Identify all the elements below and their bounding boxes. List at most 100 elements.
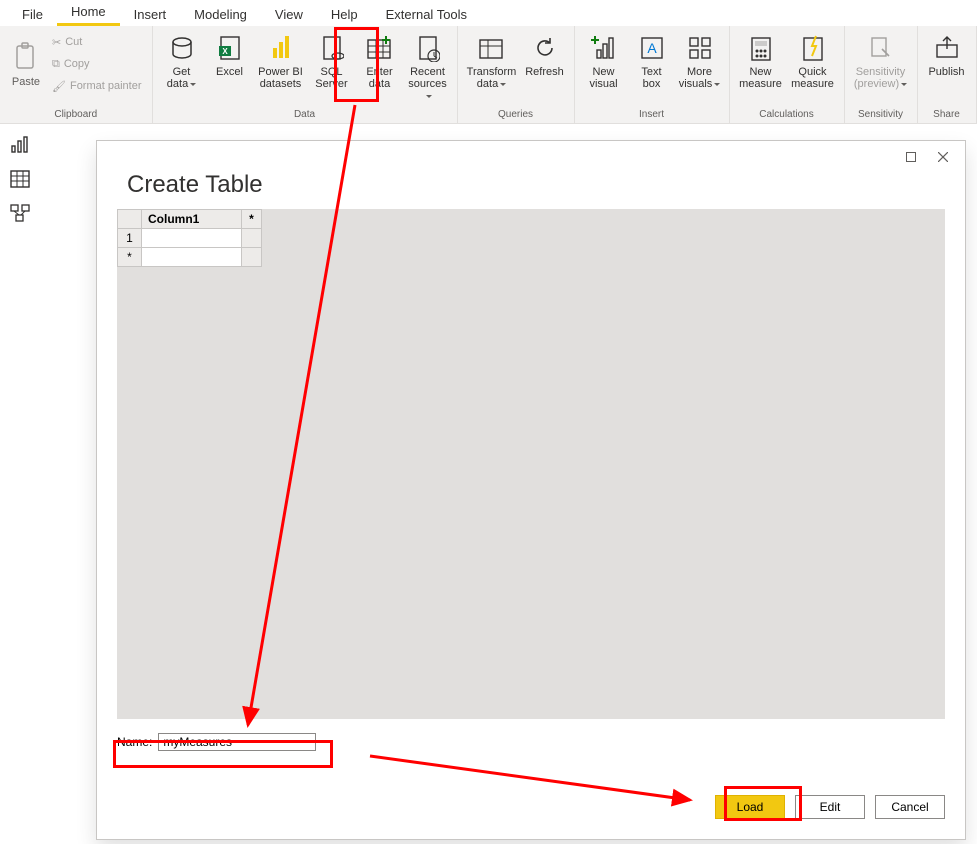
create-table-dialog: Create Table Column1 * 1 * Name: Load [96, 140, 966, 840]
publish-label: Publish [928, 66, 964, 78]
transform-data-button[interactable]: Transform data [464, 28, 520, 102]
dialog-title: Create Table [97, 171, 965, 209]
ribbon-group-data: Get data X Excel Power BI datasets SQL S… [153, 26, 458, 123]
share-group-label: Share [924, 108, 970, 123]
publish-icon [934, 32, 960, 64]
cell-addrow-addcol [242, 248, 262, 267]
recent-sources-icon [416, 32, 440, 64]
refresh-icon [532, 32, 558, 64]
data-group-label: Data [159, 108, 451, 123]
format-painter-label: Format painter [70, 80, 142, 92]
sql-server-button[interactable]: SQL Server [309, 28, 355, 102]
name-label: Name: [117, 735, 152, 749]
ribbon-group-queries: Transform data Refresh Queries [458, 26, 575, 123]
add-column[interactable]: * [242, 210, 262, 229]
new-measure-button[interactable]: New measure [736, 28, 786, 102]
ribbon-group-calculations: New measure Quick measure Calculations [730, 26, 845, 123]
pbi-datasets-button[interactable]: Power BI datasets [255, 28, 307, 102]
tab-home[interactable]: Home [57, 0, 120, 26]
copy-icon: ⧉ [52, 58, 60, 71]
text-box-icon: A [639, 32, 665, 64]
report-view-icon[interactable] [10, 136, 30, 154]
new-visual-icon [591, 32, 617, 64]
ribbon-group-clipboard: Paste ✂ Cut ⧉ Copy 🖌 Format painter Clip… [0, 26, 153, 123]
cancel-button[interactable]: Cancel [875, 795, 945, 819]
new-visual-button[interactable]: New visual [581, 28, 627, 102]
edit-button[interactable]: Edit [795, 795, 865, 819]
calculations-group-label: Calculations [736, 108, 838, 123]
data-view-icon[interactable] [10, 170, 30, 188]
refresh-label: Refresh [525, 66, 564, 78]
cut-label: Cut [65, 36, 82, 48]
copy-button[interactable]: ⧉ Copy [48, 54, 146, 74]
sensitivity-button[interactable]: Sensitivity (preview) [851, 28, 911, 102]
refresh-button[interactable]: Refresh [522, 28, 568, 102]
quick-measure-icon [800, 32, 826, 64]
sql-server-label: SQL Server [315, 66, 347, 90]
cell-r1c1[interactable] [142, 229, 242, 248]
text-box-label: Text box [641, 66, 661, 90]
tab-view[interactable]: View [261, 3, 317, 26]
tab-file[interactable]: File [8, 3, 57, 26]
cell-addrow-c1 [142, 248, 242, 267]
insert-group-label: Insert [581, 108, 723, 123]
enter-data-button[interactable]: Enter data [357, 28, 403, 102]
table-name-input[interactable] [158, 733, 316, 751]
close-button[interactable] [929, 145, 957, 169]
tab-help[interactable]: Help [317, 3, 372, 26]
sensitivity-label: Sensitivity (preview) [854, 66, 907, 90]
quick-measure-label: Quick measure [791, 66, 834, 90]
ribbon-group-insert: New visual A Text box More visuals Inser… [575, 26, 730, 123]
excel-icon: X [218, 32, 242, 64]
model-view-icon[interactable] [10, 204, 30, 222]
left-nav [0, 124, 40, 222]
new-measure-icon [748, 32, 774, 64]
tab-modeling[interactable]: Modeling [180, 3, 261, 26]
more-visuals-label: More visuals [679, 66, 721, 90]
sensitivity-group-label: Sensitivity [851, 108, 911, 123]
row-header-1[interactable]: 1 [118, 229, 142, 248]
maximize-button[interactable] [897, 145, 925, 169]
more-visuals-icon [687, 32, 713, 64]
quick-measure-button[interactable]: Quick measure [788, 28, 838, 102]
get-data-icon [169, 32, 195, 64]
sensitivity-icon [868, 32, 894, 64]
ribbon-group-share: Publish Share [918, 26, 977, 123]
new-visual-label: New visual [589, 66, 617, 90]
cell-r1-addcol [242, 229, 262, 248]
get-data-button[interactable]: Get data [159, 28, 205, 102]
transform-data-label: Transform data [467, 66, 517, 90]
select-all-corner[interactable] [118, 210, 142, 229]
transform-data-icon [478, 32, 506, 64]
data-grid[interactable]: Column1 * 1 * [117, 209, 945, 719]
paste-icon [14, 42, 38, 72]
tab-external-tools[interactable]: External Tools [372, 3, 481, 26]
recent-sources-label: Recent sources [405, 66, 451, 102]
pbi-datasets-label: Power BI datasets [258, 66, 303, 90]
ribbon-group-sensitivity: Sensitivity (preview) Sensitivity [845, 26, 918, 123]
clipboard-group-label: Clipboard [6, 108, 146, 123]
paste-button[interactable]: Paste [6, 28, 46, 102]
enter-data-icon [366, 32, 394, 64]
recent-sources-button[interactable]: Recent sources [405, 28, 451, 102]
add-row[interactable]: * [118, 248, 142, 267]
copy-label: Copy [64, 58, 90, 70]
cut-icon: ✂ [52, 36, 61, 49]
load-button[interactable]: Load [715, 795, 785, 819]
excel-button[interactable]: X Excel [207, 28, 253, 102]
sql-server-icon [320, 32, 344, 64]
cut-button[interactable]: ✂ Cut [48, 32, 146, 52]
column-header-1[interactable]: Column1 [142, 210, 242, 229]
publish-button[interactable]: Publish [924, 28, 970, 102]
new-measure-label: New measure [739, 66, 782, 90]
text-box-button[interactable]: A Text box [629, 28, 675, 102]
tab-insert[interactable]: Insert [120, 3, 181, 26]
get-data-label: Get data [167, 66, 196, 90]
svg-text:A: A [647, 40, 657, 56]
enter-data-label: Enter data [366, 66, 392, 90]
more-visuals-button[interactable]: More visuals [677, 28, 723, 102]
format-painter-icon: 🖌 [52, 80, 66, 93]
paste-label: Paste [12, 76, 40, 88]
pbi-datasets-icon [267, 32, 295, 64]
format-painter-button[interactable]: 🖌 Format painter [48, 76, 146, 96]
